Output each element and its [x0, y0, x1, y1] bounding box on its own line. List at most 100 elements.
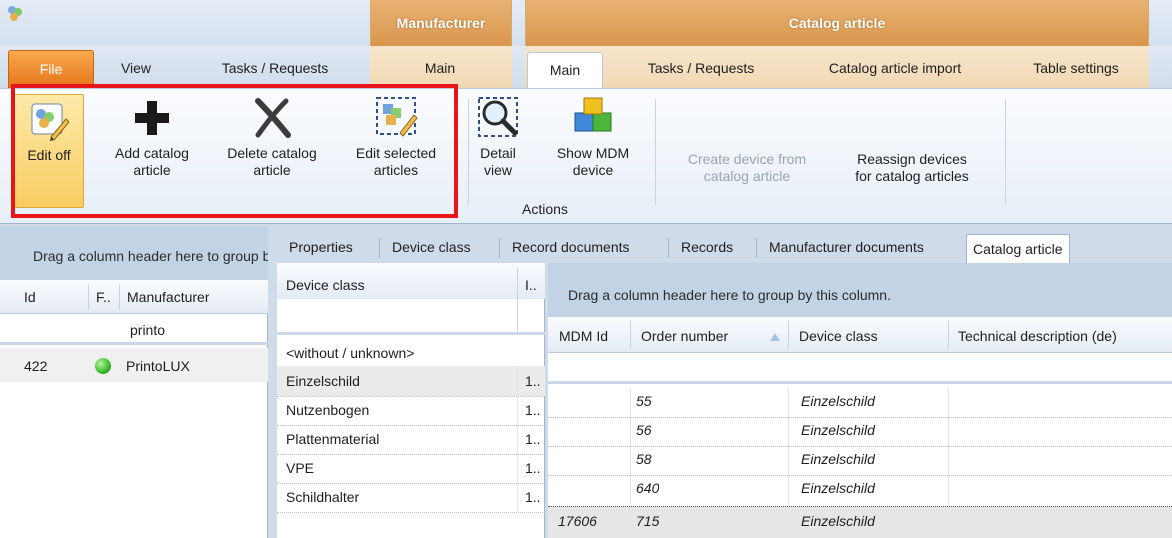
show-mdm-device-button[interactable]: Show MDM device	[540, 95, 646, 179]
row-divider	[277, 454, 545, 455]
filter-row-divider	[548, 381, 1172, 384]
tab-catalog-main[interactable]: Main	[527, 52, 603, 89]
list-item[interactable]: Plattenmaterial 1..	[277, 425, 545, 454]
table-row[interactable]: 17606 715 Einzelschild	[548, 506, 1172, 538]
delete-x-icon	[255, 98, 291, 138]
delete-catalog-article-label-2: article	[253, 162, 291, 178]
tab-records[interactable]: Records	[675, 232, 739, 262]
add-catalog-article-label-1: Add catalog	[115, 145, 189, 161]
mdm-cubes-icon	[574, 97, 612, 132]
ribbon-separator	[655, 99, 656, 205]
sort-ascending-icon[interactable]	[770, 333, 780, 341]
column-divider	[119, 284, 120, 310]
table-row[interactable]: 55 Einzelschild	[548, 388, 1172, 417]
device-class-name: Plattenmaterial	[286, 431, 380, 447]
edit-toggle-icon	[31, 103, 69, 141]
context-group-manufacturer: Manufacturer	[370, 0, 512, 46]
magnifier-icon	[478, 97, 518, 137]
tab-separator	[756, 238, 757, 258]
mdm-id: 17606	[558, 513, 597, 529]
table-row[interactable]: 58 Einzelschild	[548, 446, 1172, 475]
column-divider	[630, 321, 631, 349]
detail-view-label-2: view	[483, 162, 512, 178]
column-header-device-class[interactable]: Device class	[286, 277, 365, 293]
column-divider	[630, 388, 631, 506]
list-item[interactable]: Schildhalter 1..	[277, 483, 545, 512]
detail-view-label-1: Detail	[480, 145, 516, 161]
device-class-name: Einzelschild	[286, 373, 360, 389]
column-header-f[interactable]: F..	[96, 289, 111, 305]
filter-row-divider	[0, 342, 268, 345]
column-header-i[interactable]: I..	[525, 277, 537, 293]
row-divider	[548, 475, 1172, 476]
row-divider	[277, 483, 545, 484]
tab-table-settings[interactable]: Table settings	[1010, 46, 1142, 88]
column-divider	[948, 388, 949, 506]
edit-selected-articles-button[interactable]: Edit selected articles	[342, 95, 450, 179]
tab-separator	[668, 238, 669, 258]
create-device-label-1: Create device from	[687, 151, 807, 167]
delete-catalog-article-label-1: Delete catalog	[227, 145, 317, 161]
row-id: 422	[24, 358, 48, 374]
column-header-technical-description[interactable]: Technical description (de)	[958, 328, 1117, 344]
tab-catalog-tasks-requests[interactable]: Tasks / Requests	[622, 46, 780, 88]
device-class-name: <without / unknown>	[286, 345, 415, 361]
device-class: Einzelschild	[801, 393, 875, 409]
edit-selected-label-2: articles	[373, 162, 419, 178]
list-item[interactable]: <without / unknown>	[277, 339, 545, 366]
column-divider	[788, 321, 789, 349]
column-header-manufacturer[interactable]: Manufacturer	[127, 289, 209, 305]
manufacturer-grid-header: Id F.. Manufacturer	[0, 280, 268, 314]
tab-manufacturer-documents[interactable]: Manufacturer documents	[763, 232, 930, 262]
device-class-count: 1..	[525, 373, 541, 389]
tab-catalog-article-import[interactable]: Catalog article import	[800, 46, 990, 88]
reassign-devices-button[interactable]: Reassign devices for catalog articles	[828, 151, 996, 185]
context-group-manufacturer-label: Manufacturer	[371, 0, 511, 46]
tab-device-class[interactable]: Device class	[386, 232, 477, 262]
column-header-device-class[interactable]: Device class	[799, 328, 878, 344]
device-class-count: 1..	[525, 489, 541, 505]
table-row[interactable]: 56 Einzelschild	[548, 417, 1172, 446]
column-header-mdm-id[interactable]: MDM Id	[559, 328, 608, 344]
add-catalog-article-button[interactable]: Add catalog article	[100, 95, 204, 179]
device-class-count: 1..	[525, 431, 541, 447]
ribbon-panel: Edit off Add catalog article Delete cata…	[0, 88, 1172, 224]
column-divider	[948, 321, 949, 349]
device-class-grid-header: Device class I..	[277, 263, 545, 299]
ribbon-separator	[1005, 99, 1006, 205]
column-divider	[788, 388, 789, 506]
edit-off-button[interactable]: Edit off	[14, 94, 84, 208]
order-number: 56	[636, 422, 652, 438]
column-divider	[517, 366, 518, 512]
list-item[interactable]: Nutzenbogen 1..	[277, 396, 545, 425]
tab-view[interactable]: View	[106, 46, 166, 88]
detail-view-button[interactable]: Detail view	[470, 95, 526, 179]
tab-separator	[499, 238, 500, 258]
edit-selection-icon	[376, 97, 418, 137]
tab-record-documents[interactable]: Record documents	[506, 232, 636, 262]
tab-file[interactable]: File	[8, 50, 94, 88]
column-header-order-number[interactable]: Order number	[641, 328, 728, 344]
create-device-label-2: catalog article	[703, 168, 791, 184]
manufacturer-filter-value[interactable]: printo	[130, 322, 165, 338]
filter-row-divider	[277, 332, 545, 335]
app-icon	[8, 6, 22, 21]
row-divider	[277, 396, 545, 397]
table-row[interactable]: 640 Einzelschild	[548, 475, 1172, 504]
device-class-name: Schildhalter	[286, 489, 360, 505]
list-item[interactable]: VPE 1..	[277, 454, 545, 483]
list-item[interactable]: Einzelschild 1..	[277, 366, 545, 396]
context-group-catalog-article-label: Catalog article	[526, 0, 1148, 46]
manufacturer-group-hint: Drag a column header here to group by th…	[0, 226, 268, 280]
delete-catalog-article-button[interactable]: Delete catalog article	[212, 95, 332, 179]
tab-catalog-article[interactable]: Catalog article	[966, 234, 1070, 264]
tab-tasks-requests[interactable]: Tasks / Requests	[200, 46, 350, 88]
tab-manufacturer-main[interactable]: Main	[400, 46, 480, 88]
table-row[interactable]: 422 PrintoLUX	[0, 348, 268, 382]
create-device-from-catalog-article-button[interactable]: Create device from catalog article	[664, 151, 830, 185]
row-divider	[277, 425, 545, 426]
column-header-id[interactable]: Id	[24, 289, 36, 305]
show-mdm-label-1: Show MDM	[556, 145, 630, 161]
tab-properties[interactable]: Properties	[283, 232, 359, 262]
catalog-grid-header: MDM Id Order number Device class Technic…	[548, 317, 1172, 353]
